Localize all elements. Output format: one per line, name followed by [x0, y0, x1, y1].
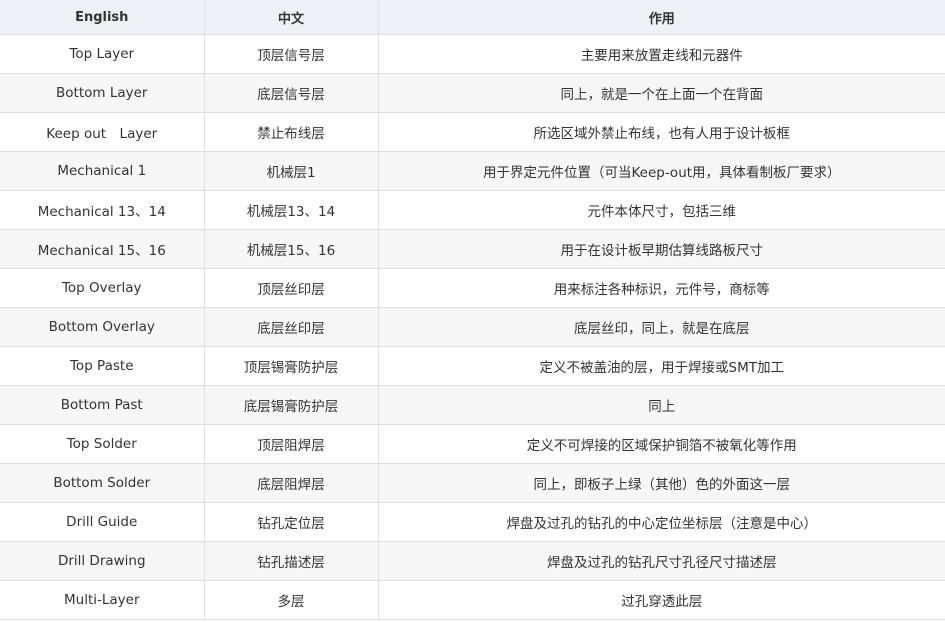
cell-purpose: 同上，就是一个在上面一个在背面 — [377, 73, 945, 113]
cell-chinese: 禁止布线层 — [203, 112, 379, 152]
cell-english: Bottom Overlay — [0, 307, 205, 347]
cell-purpose: 过孔穿透此层 — [377, 580, 945, 620]
table-row: Multi-Layer 多层 过孔穿透此层 — [0, 580, 945, 620]
table-row: Keep out Layer 禁止布线层 所选区域外禁止布线，也有人用于设计板框 — [0, 112, 945, 152]
cell-purpose: 元件本体尺寸，包括三维 — [377, 190, 945, 230]
cell-purpose: 定义不可焊接的区域保护铜箔不被氧化等作用 — [377, 424, 945, 464]
cell-chinese: 底层信号层 — [203, 73, 379, 113]
cell-chinese: 底层丝印层 — [203, 307, 379, 347]
table-row: Top Paste 顶层锡膏防护层 定义不被盖油的层，用于焊接或SMT加工 — [0, 346, 945, 386]
cell-chinese: 底层锡膏防护层 — [203, 385, 379, 425]
pcb-layers-table: English 中文 作用 Top Layer 顶层信号层 主要用来放置走线和元… — [0, 0, 945, 620]
cell-purpose: 焊盘及过孔的钻孔尺寸孔径尺寸描述层 — [377, 541, 945, 581]
cell-chinese: 钻孔描述层 — [203, 541, 379, 581]
cell-english: Multi-Layer — [0, 580, 205, 620]
column-header-english: English — [0, 0, 205, 35]
cell-purpose: 焊盘及过孔的钻孔的中心定位坐标层（注意是中心） — [377, 502, 945, 542]
cell-chinese: 顶层阻焊层 — [203, 424, 379, 464]
cell-purpose: 用于在设计板早期估算线路板尺寸 — [377, 229, 945, 269]
table-row: Bottom Solder 底层阻焊层 同上，即板子上绿（其他）色的外面这一层 — [0, 463, 945, 503]
cell-chinese: 顶层信号层 — [203, 34, 379, 74]
table-row: Mechanical 15、16 机械层15、16 用于在设计板早期估算线路板尺… — [0, 229, 945, 269]
cell-chinese: 机械层1 — [203, 151, 379, 191]
cell-english: Bottom Past — [0, 385, 205, 425]
table-row: Drill Drawing 钻孔描述层 焊盘及过孔的钻孔尺寸孔径尺寸描述层 — [0, 541, 945, 581]
cell-chinese: 顶层丝印层 — [203, 268, 379, 308]
table-row: Top Overlay 顶层丝印层 用来标注各种标识，元件号，商标等 — [0, 268, 945, 308]
table-row: Bottom Overlay 底层丝印层 底层丝印，同上，就是在底层 — [0, 307, 945, 347]
cell-english: Top Paste — [0, 346, 205, 386]
cell-english: Bottom Solder — [0, 463, 205, 503]
cell-chinese: 顶层锡膏防护层 — [203, 346, 379, 386]
table-row: Top Solder 顶层阻焊层 定义不可焊接的区域保护铜箔不被氧化等作用 — [0, 424, 945, 464]
table-header-row: English 中文 作用 — [0, 0, 945, 35]
cell-purpose: 用来标注各种标识，元件号，商标等 — [377, 268, 945, 308]
cell-english: Top Overlay — [0, 268, 205, 308]
cell-purpose: 同上，即板子上绿（其他）色的外面这一层 — [377, 463, 945, 503]
table-row: Mechanical 1 机械层1 用于界定元件位置（可当Keep-out用，具… — [0, 151, 945, 191]
cell-english: Mechanical 15、16 — [0, 229, 205, 269]
cell-english: Drill Guide — [0, 502, 205, 542]
cell-english: Mechanical 1 — [0, 151, 205, 191]
cell-english: Top Layer — [0, 34, 205, 74]
table-row: Mechanical 13、14 机械层13、14 元件本体尺寸，包括三维 — [0, 190, 945, 230]
cell-english: Keep out Layer — [0, 112, 205, 152]
column-header-purpose: 作用 — [377, 0, 945, 35]
cell-english: Top Solder — [0, 424, 205, 464]
cell-purpose: 定义不被盖油的层，用于焊接或SMT加工 — [377, 346, 945, 386]
cell-english: Drill Drawing — [0, 541, 205, 581]
cell-english: Mechanical 13、14 — [0, 190, 205, 230]
table-row: Bottom Layer 底层信号层 同上，就是一个在上面一个在背面 — [0, 73, 945, 113]
cell-purpose: 同上 — [377, 385, 945, 425]
column-header-chinese: 中文 — [203, 0, 379, 35]
cell-chinese: 机械层13、14 — [203, 190, 379, 230]
cell-chinese: 多层 — [203, 580, 379, 620]
table-row: Bottom Past 底层锡膏防护层 同上 — [0, 385, 945, 425]
cell-chinese: 底层阻焊层 — [203, 463, 379, 503]
table-row: Top Layer 顶层信号层 主要用来放置走线和元器件 — [0, 34, 945, 74]
cell-purpose: 底层丝印，同上，就是在底层 — [377, 307, 945, 347]
table-row: Drill Guide 钻孔定位层 焊盘及过孔的钻孔的中心定位坐标层（注意是中心… — [0, 502, 945, 542]
cell-purpose: 所选区域外禁止布线，也有人用于设计板框 — [377, 112, 945, 152]
cell-english: Bottom Layer — [0, 73, 205, 113]
cell-chinese: 机械层15、16 — [203, 229, 379, 269]
cell-chinese: 钻孔定位层 — [203, 502, 379, 542]
cell-purpose: 用于界定元件位置（可当Keep-out用，具体看制板厂要求） — [377, 151, 945, 191]
cell-purpose: 主要用来放置走线和元器件 — [377, 34, 945, 74]
